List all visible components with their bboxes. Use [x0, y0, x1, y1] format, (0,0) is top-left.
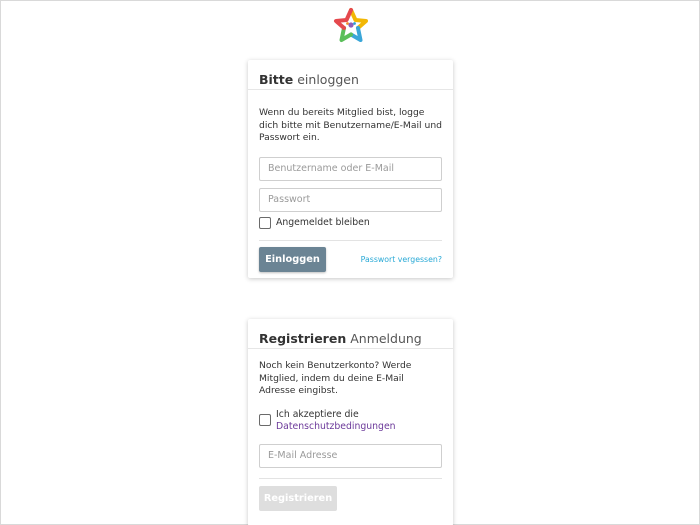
login-title-bold: Bitte [259, 72, 294, 87]
register-title-light: Anmeldung [350, 331, 422, 346]
star-logo-icon [332, 7, 370, 45]
accept-privacy-checkbox[interactable] [259, 413, 271, 426]
accept-privacy-text: Ich akzeptiere die Datenschutzbedingunge… [276, 409, 396, 434]
register-title: Registrieren Anmeldung [248, 319, 453, 349]
register-card: Registrieren Anmeldung Noch kein Benutze… [248, 319, 453, 525]
forgot-password-link[interactable]: Passwort vergessen? [361, 255, 442, 264]
privacy-policy-link[interactable]: Datenschutzbedingungen [276, 421, 396, 432]
accept-privacy-row[interactable]: Ich akzeptiere die Datenschutzbedingunge… [259, 409, 442, 434]
login-button[interactable]: Einloggen [259, 246, 326, 272]
register-description: Noch kein Benutzerkonto? Werde Mitglied,… [259, 360, 412, 397]
login-description: Wenn du bereits Mitglied bist, logge dic… [259, 107, 442, 144]
register-button[interactable]: Registrieren [259, 485, 337, 511]
login-title: Bitte einloggen [248, 60, 453, 90]
login-card: Bitte einloggen Wenn du bereits Mitglied… [248, 60, 453, 278]
register-title-bold: Registrieren [259, 331, 347, 346]
login-divider [259, 239, 442, 241]
password-input[interactable] [259, 187, 442, 212]
username-input[interactable] [259, 156, 442, 181]
login-title-light: einloggen [297, 72, 359, 87]
email-input[interactable] [259, 443, 442, 468]
accept-privacy-prefix: Ich akzeptiere die [276, 408, 359, 420]
remember-me-row[interactable]: Angemeldet bleiben [259, 216, 442, 229]
register-actions: Registrieren [259, 485, 442, 511]
remember-me-label: Angemeldet bleiben [276, 216, 370, 228]
register-divider [259, 477, 442, 479]
remember-me-checkbox[interactable] [259, 216, 271, 229]
login-actions: Einloggen Passwort vergessen? [259, 246, 442, 272]
